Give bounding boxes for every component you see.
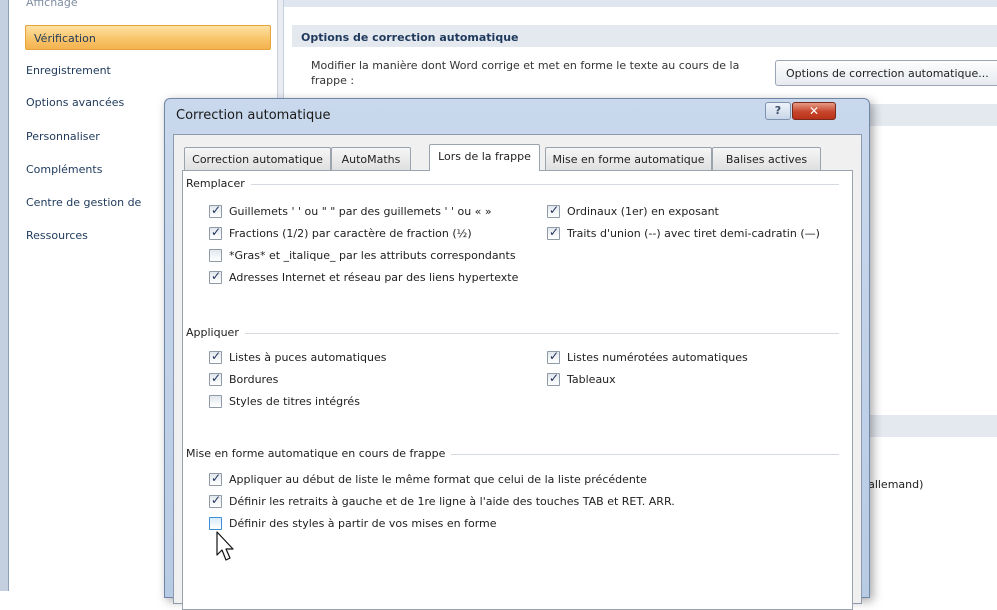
mouse-pointer-icon — [216, 531, 234, 561]
tab-panel-lors-de-la-frappe: Remplacer Guillemets ' ' ou " " par des … — [182, 170, 853, 610]
checkbox-label: Définir les retraits à gauche et de 1re … — [229, 495, 675, 508]
sidebar-item-verification[interactable]: Vérification — [25, 25, 271, 50]
checkbox-label: *Gras* et _italique_ par les attributs c… — [229, 249, 516, 262]
tab-balises-actives[interactable]: Balises actives — [712, 147, 821, 170]
checkbox-label: Bordures — [229, 373, 279, 386]
dialog-title: Correction automatique — [176, 108, 331, 123]
checkbox-label: Ordinaux (1er) en exposant — [567, 205, 719, 218]
checkbox-label: Définir des styles à partir de vos mises… — [229, 517, 497, 530]
sidebar-item-personnaliser[interactable]: Personnaliser — [26, 130, 100, 143]
partial-option-text: l'allemand) — [862, 478, 924, 491]
help-icon[interactable]: ? — [765, 102, 791, 120]
sidebar-item-label: Vérification — [34, 32, 96, 45]
checkbox-box[interactable] — [209, 395, 222, 408]
sidebar-item-ressources[interactable]: Ressources — [26, 229, 88, 242]
sidebar-item-options-avancees[interactable]: Options avancées — [26, 96, 124, 109]
autocorrect-dialog: Correction automatique ? ✕ Correction au… — [164, 98, 870, 610]
window-border — [0, 0, 8, 591]
checkbox-box[interactable] — [547, 371, 560, 386]
group-label-mise-en-forme: Mise en forme automatique en cours de fr… — [186, 447, 452, 460]
group-divider — [191, 184, 839, 185]
checkbox-label: Adresses Internet et réseau par des lien… — [229, 271, 519, 284]
checkbox-label: Listes numérotées automatiques — [567, 351, 748, 364]
checkbox-box[interactable] — [209, 493, 222, 508]
tab-mise-en-forme-automatique[interactable]: Mise en forme automatique — [545, 147, 712, 170]
checkbox-box[interactable] — [209, 225, 222, 240]
checkbox-label: Styles de titres intégrés — [229, 395, 360, 408]
group-label-remplacer: Remplacer — [186, 177, 251, 190]
checkbox-label: Guillemets ' ' ou " " par des guillemets… — [229, 205, 492, 218]
checkbox-box[interactable] — [209, 249, 222, 262]
checkbox-box[interactable] — [209, 371, 222, 386]
checkbox-label: Tableaux — [567, 373, 616, 386]
checkbox-box[interactable] — [209, 269, 222, 284]
checkbox-label: Listes à puces automatiques — [229, 351, 387, 364]
checkbox-box[interactable] — [547, 225, 560, 240]
group-divider — [191, 333, 839, 334]
sidebar-item-complements[interactable]: Compléments — [26, 163, 102, 176]
tab-correction-automatique[interactable]: Correction automatique — [184, 147, 331, 170]
checkbox-box[interactable] — [209, 471, 222, 486]
section-description: Modifier la manière dont Word corrige et… — [311, 59, 740, 87]
checkbox-label: Traits d'union (--) avec tiret demi-cadr… — [567, 227, 820, 240]
dialog-body: Correction automatique AutoMaths Lors de… — [173, 134, 862, 610]
checkbox-label: Appliquer au début de liste le même form… — [229, 473, 647, 486]
checkbox-box[interactable] — [547, 349, 560, 364]
main-top-border — [284, 0, 997, 7]
tab-lors-de-la-frappe[interactable]: Lors de la frappe — [429, 144, 540, 171]
group-label-appliquer: Appliquer — [186, 326, 245, 339]
sidebar-item-affichage[interactable]: Affichage — [26, 0, 78, 9]
close-icon[interactable]: ✕ — [792, 102, 836, 120]
autocorrect-options-button[interactable]: Options de correction automatique... — [775, 60, 997, 86]
checkbox-box[interactable] — [209, 517, 222, 530]
sidebar-item-centre-gestion[interactable]: Centre de gestion de — [26, 196, 141, 209]
checkbox-box[interactable] — [547, 203, 560, 218]
sidebar-item-enregistrement[interactable]: Enregistrement — [26, 64, 111, 77]
checkbox-box[interactable] — [209, 203, 222, 218]
checkbox-label: Fractions (1/2) par caractère de fractio… — [229, 227, 472, 240]
checkbox-box[interactable] — [209, 349, 222, 364]
section-title-autocorrect: Options de correction automatique — [292, 25, 997, 47]
tab-automaths[interactable]: AutoMaths — [331, 147, 411, 170]
